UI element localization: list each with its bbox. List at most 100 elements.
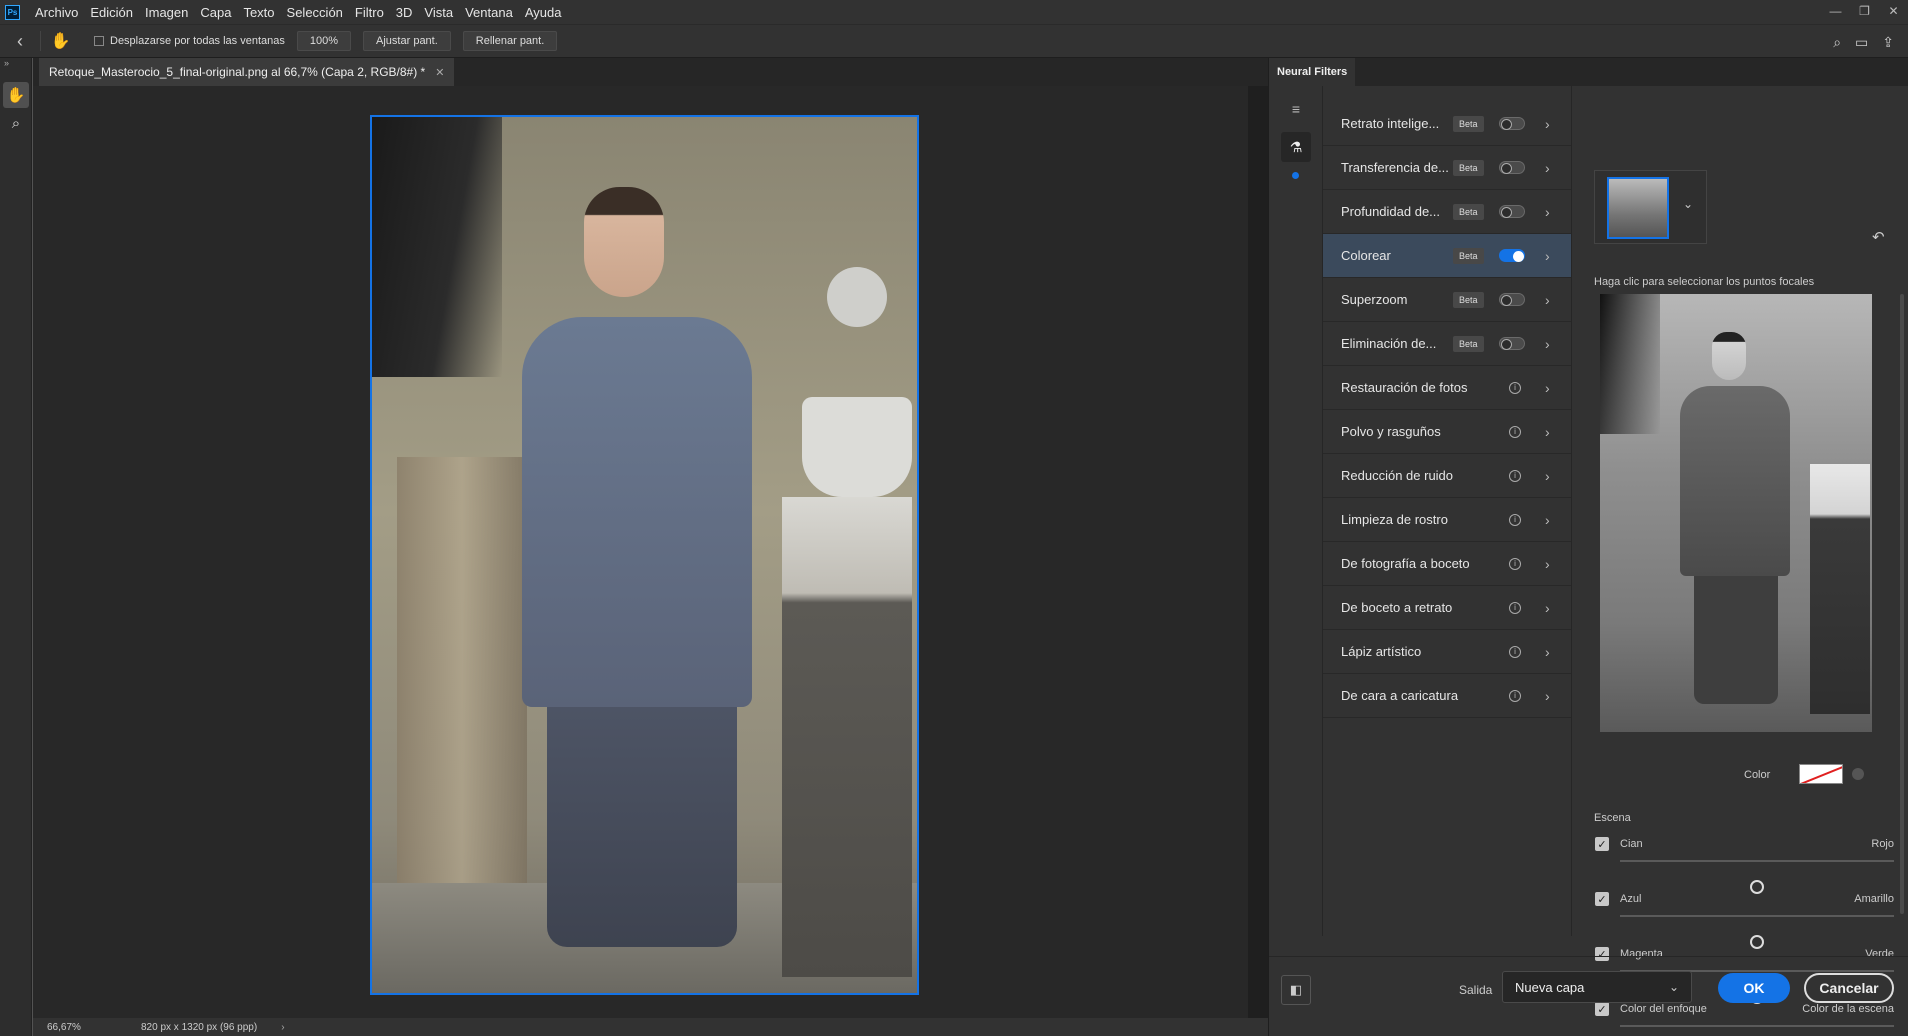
cancel-button[interactable]: Cancelar [1804, 973, 1894, 1003]
info-icon[interactable]: i [1509, 601, 1521, 614]
info-icon[interactable]: i [1509, 689, 1521, 702]
output-value: Nueva capa [1515, 979, 1585, 995]
filter-item[interactable]: De boceto a retrato i › [1323, 586, 1571, 630]
preview-toggle-icon[interactable]: ◧ [1281, 975, 1311, 1005]
checkbox-icon[interactable]: ✓ [1595, 837, 1609, 851]
menu-vista[interactable]: Vista [424, 5, 453, 20]
hand-tool-icon[interactable]: ✋ [3, 82, 29, 108]
menu-archivo[interactable]: Archivo [35, 5, 78, 20]
chevron-right-icon[interactable]: › [1545, 292, 1550, 308]
filter-toggle[interactable] [1499, 293, 1525, 306]
menu-filtro[interactable]: Filtro [355, 5, 384, 20]
info-icon[interactable]: i [1509, 425, 1521, 438]
chevron-right-icon[interactable]: › [1545, 424, 1550, 440]
chevron-right-icon[interactable]: › [1545, 468, 1550, 484]
slider-track[interactable] [1620, 915, 1894, 949]
menu-imagen[interactable]: Imagen [145, 5, 188, 20]
filter-item[interactable]: Colorear Beta › [1323, 234, 1571, 278]
checkbox-icon[interactable]: ✓ [1595, 892, 1609, 906]
settings-scrollbar[interactable] [1900, 294, 1906, 924]
close-icon[interactable]: ✕ [1879, 0, 1908, 24]
filter-item[interactable]: Polvo y rasguños i › [1323, 410, 1571, 454]
beta-badge: Beta [1453, 291, 1484, 308]
chevron-right-icon[interactable]: › [1545, 204, 1550, 220]
slider-track[interactable] [1620, 860, 1894, 894]
back-arrow-icon[interactable]: ‹ [0, 31, 40, 52]
filter-toggle[interactable] [1499, 249, 1525, 262]
chevron-right-icon[interactable]: › [1545, 336, 1550, 352]
filter-item[interactable]: De cara a caricatura i › [1323, 674, 1571, 718]
focal-preview-image[interactable] [1600, 294, 1872, 732]
chevron-right-icon[interactable]: › [1545, 644, 1550, 660]
ok-button[interactable]: OK [1718, 973, 1790, 1003]
menu-edicion[interactable]: Edición [90, 5, 133, 20]
window-controls: — ❐ ✕ [1821, 0, 1908, 24]
chevron-right-icon[interactable]: › [1545, 116, 1550, 132]
menu-3d[interactable]: 3D [396, 5, 413, 20]
fill-screen-button[interactable]: Rellenar pant. [462, 31, 558, 51]
filter-item[interactable]: Eliminación de... Beta › [1323, 322, 1571, 366]
menu-ayuda[interactable]: Ayuda [525, 5, 562, 20]
filter-item[interactable]: Reducción de ruido i › [1323, 454, 1571, 498]
reference-image-picker[interactable]: ⌄ [1594, 170, 1707, 244]
filter-item[interactable]: Transferencia de... Beta › [1323, 146, 1571, 190]
info-icon[interactable]: i [1509, 645, 1521, 658]
chevron-right-icon[interactable]: › [1545, 556, 1550, 572]
chevron-right-icon[interactable]: › [1545, 380, 1550, 396]
filter-item[interactable]: Limpieza de rostro i › [1323, 498, 1571, 542]
remove-color-icon[interactable] [1852, 768, 1864, 780]
filter-item[interactable]: De fotografía a boceto i › [1323, 542, 1571, 586]
chevron-right-icon[interactable]: › [1545, 160, 1550, 176]
hand-tool-preset-icon[interactable]: ✋ [40, 31, 80, 51]
zoom-tool-icon[interactable]: ⌕ [3, 110, 29, 136]
filter-name: Restauración de fotos [1341, 380, 1468, 395]
document-tab[interactable]: Retoque_Masterocio_5_final-original.png … [39, 58, 455, 86]
photo-table [782, 497, 912, 977]
fit-screen-button[interactable]: Ajustar pant. [363, 31, 451, 51]
chevron-right-icon[interactable]: › [1545, 600, 1550, 616]
info-icon[interactable]: i [1509, 513, 1521, 526]
flask-icon[interactable]: ⚗ [1281, 132, 1311, 162]
filter-toggle[interactable] [1499, 161, 1525, 174]
menu-seleccion[interactable]: Selección [287, 5, 343, 20]
chevron-right-icon[interactable]: › [1545, 512, 1550, 528]
info-icon[interactable]: i [1509, 381, 1521, 394]
status-zoom[interactable]: 66,67% [33, 1022, 81, 1033]
reference-thumbnail[interactable] [1607, 177, 1669, 239]
output-select[interactable]: Nueva capa ⌄ [1502, 971, 1692, 1003]
menu-texto[interactable]: Texto [243, 5, 274, 20]
zoom-100-button[interactable]: 100% [296, 31, 352, 51]
scroll-all-windows-checkbox[interactable]: Desplazarse por todas las ventanas [94, 35, 285, 47]
scrollbar-thumb[interactable] [1900, 294, 1904, 914]
menu-ventana[interactable]: Ventana [465, 5, 513, 20]
panel-tab-neural-filters[interactable]: Neural Filters [1269, 58, 1356, 86]
filter-toggle[interactable] [1499, 205, 1525, 218]
reset-icon[interactable]: ↶ [1872, 228, 1885, 246]
minimize-icon[interactable]: — [1821, 0, 1850, 24]
workspace-icon[interactable]: ▭ [1855, 34, 1868, 51]
chevron-right-icon[interactable]: › [1545, 688, 1550, 704]
filter-item[interactable]: Lápiz artístico i › [1323, 630, 1571, 674]
search-icon[interactable]: ⌕ [1833, 34, 1841, 51]
share-icon[interactable]: ⇪ [1882, 34, 1894, 51]
filter-item[interactable]: Superzoom Beta › [1323, 278, 1571, 322]
chevron-right-icon[interactable]: › [1545, 248, 1550, 264]
colorized-photo[interactable] [370, 115, 919, 995]
status-arrow-icon[interactable]: › [281, 1022, 284, 1033]
photoshop-logo[interactable]: Ps [5, 4, 20, 20]
filter-item[interactable]: Profundidad de... Beta › [1323, 190, 1571, 234]
restore-icon[interactable]: ❐ [1850, 0, 1879, 24]
filter-toggle[interactable] [1499, 337, 1525, 350]
menu-capa[interactable]: Capa [200, 5, 231, 20]
chevron-down-icon[interactable]: ⌄ [1683, 197, 1693, 211]
filter-item[interactable]: Restauración de fotos i › [1323, 366, 1571, 410]
all-filters-icon[interactable]: ≡ [1281, 94, 1311, 124]
filter-item[interactable]: Retrato intelige... Beta › [1323, 102, 1571, 146]
info-icon[interactable]: i [1509, 557, 1521, 570]
collapse-toolbar-icon[interactable]: » [0, 58, 31, 80]
color-swatch[interactable] [1799, 764, 1843, 784]
canvas-vertical-scrollbar[interactable] [1248, 86, 1268, 1018]
close-tab-icon[interactable]: ✕ [435, 66, 444, 79]
info-icon[interactable]: i [1509, 469, 1521, 482]
filter-toggle[interactable] [1499, 117, 1525, 130]
